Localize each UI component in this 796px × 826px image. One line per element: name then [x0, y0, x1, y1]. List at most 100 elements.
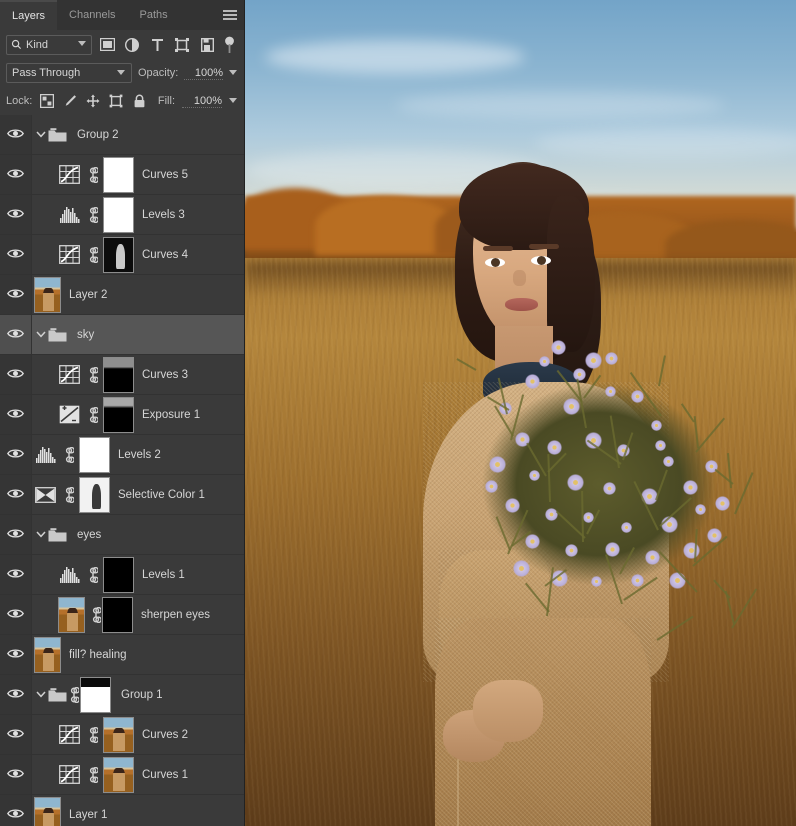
image-canvas[interactable]: [245, 0, 796, 826]
lock-image-pixels-icon[interactable]: [62, 93, 78, 109]
layer-visibility-toggle[interactable]: [0, 635, 32, 674]
layer-row[interactable]: eyes: [0, 515, 244, 555]
pixel-layer-filter-icon[interactable]: [97, 35, 117, 55]
adjustment-icon[interactable]: [58, 165, 80, 185]
layer-visibility-toggle[interactable]: [0, 355, 32, 394]
layer-mask-thumbnail[interactable]: [103, 756, 134, 793]
layer-visibility-toggle[interactable]: [0, 755, 32, 794]
adjustment-icon[interactable]: [34, 445, 56, 465]
tab-layers[interactable]: Layers: [0, 0, 58, 30]
layer-row[interactable]: Levels 2: [0, 435, 244, 475]
adjustment-icon[interactable]: [58, 725, 80, 745]
layer-row-body[interactable]: Curves 4: [32, 235, 244, 274]
layer-mask-thumbnail[interactable]: [79, 476, 110, 513]
link-mask-icon[interactable]: [86, 766, 99, 783]
layer-row-body[interactable]: sky: [32, 315, 244, 354]
adjustment-icon[interactable]: [34, 485, 56, 505]
opacity-chevron-down-icon[interactable]: [229, 69, 238, 78]
layer-row[interactable]: fill? healing: [0, 635, 244, 675]
layer-row[interactable]: Curves 5: [0, 155, 244, 195]
adjustment-icon[interactable]: [58, 245, 80, 265]
layer-visibility-toggle[interactable]: [0, 275, 32, 314]
layer-mask-thumbnail[interactable]: [103, 196, 134, 233]
layer-thumbnail[interactable]: [34, 796, 61, 826]
layer-row-body[interactable]: eyes: [32, 515, 244, 554]
layer-visibility-toggle[interactable]: [0, 795, 32, 826]
layer-visibility-toggle[interactable]: [0, 675, 32, 714]
adjustment-icon[interactable]: [58, 365, 80, 385]
layer-row[interactable]: Layer 2: [0, 275, 244, 315]
layer-row[interactable]: Levels 3: [0, 195, 244, 235]
layer-visibility-toggle[interactable]: [0, 115, 32, 154]
layer-mask-thumbnail[interactable]: [102, 596, 133, 633]
adjustment-layer-filter-icon[interactable]: [122, 35, 142, 55]
adjustment-icon[interactable]: [58, 205, 80, 225]
adjustment-icon[interactable]: [58, 405, 80, 425]
layer-row[interactable]: Group 1: [0, 675, 244, 715]
layer-mask-thumbnail[interactable]: [103, 716, 134, 753]
adjustment-icon[interactable]: [58, 765, 80, 785]
layer-visibility-toggle[interactable]: [0, 475, 32, 514]
layer-row-body[interactable]: sherpen eyes: [32, 595, 244, 634]
link-mask-icon[interactable]: [86, 366, 99, 383]
layer-row-body[interactable]: Group 1: [32, 675, 244, 714]
layer-row[interactable]: Curves 4: [0, 235, 244, 275]
layer-visibility-toggle[interactable]: [0, 435, 32, 474]
tab-paths[interactable]: Paths: [127, 0, 180, 30]
link-mask-icon[interactable]: [86, 206, 99, 223]
tab-channels[interactable]: Channels: [57, 0, 128, 30]
adjustment-icon[interactable]: [58, 565, 80, 585]
link-mask-icon[interactable]: [86, 726, 99, 743]
link-mask-icon[interactable]: [86, 246, 99, 263]
layer-visibility-toggle[interactable]: [0, 515, 32, 554]
layer-row[interactable]: Curves 2: [0, 715, 244, 755]
layer-row-body[interactable]: Levels 2: [32, 435, 244, 474]
layer-visibility-toggle[interactable]: [0, 715, 32, 754]
layer-row-body[interactable]: Curves 5: [32, 155, 244, 194]
layer-row-body[interactable]: Selective Color 1: [32, 475, 244, 514]
layer-visibility-toggle[interactable]: [0, 595, 32, 634]
layer-row-body[interactable]: fill? healing: [32, 635, 244, 674]
layer-row-body[interactable]: Curves 2: [32, 715, 244, 754]
layer-list[interactable]: Group 2 Curves 5 Levels 3 Curves 4 Layer 2 sk…: [0, 115, 244, 826]
filter-kind-select[interactable]: Kind: [6, 34, 92, 55]
group-expand-chevron-icon[interactable]: [34, 691, 48, 698]
layer-thumbnail[interactable]: [34, 276, 61, 313]
layer-row[interactable]: Curves 3: [0, 355, 244, 395]
layer-visibility-toggle[interactable]: [0, 315, 32, 354]
layer-mask-thumbnail[interactable]: [103, 556, 134, 593]
link-mask-icon[interactable]: [86, 566, 99, 583]
fill-input[interactable]: 100%: [182, 95, 222, 108]
link-mask-icon[interactable]: [62, 486, 75, 503]
link-mask-icon[interactable]: [67, 686, 80, 703]
lock-position-icon[interactable]: [85, 93, 101, 109]
layer-row[interactable]: Selective Color 1: [0, 475, 244, 515]
layer-mask-thumbnail[interactable]: [103, 156, 134, 193]
layer-row[interactable]: Layer 1: [0, 795, 244, 826]
link-mask-icon[interactable]: [89, 606, 102, 623]
link-mask-icon[interactable]: [62, 446, 75, 463]
layer-row[interactable]: sky: [0, 315, 244, 355]
layer-mask-thumbnail[interactable]: [103, 396, 134, 433]
fill-chevron-down-icon[interactable]: [229, 97, 238, 106]
layer-row-body[interactable]: Curves 1: [32, 755, 244, 794]
layer-visibility-toggle[interactable]: [0, 235, 32, 274]
layer-visibility-toggle[interactable]: [0, 195, 32, 234]
panel-menu-button[interactable]: [216, 0, 244, 30]
layer-row[interactable]: Levels 1: [0, 555, 244, 595]
filter-toggle-knob[interactable]: [224, 36, 235, 54]
layer-row-body[interactable]: Layer 2: [32, 275, 244, 314]
group-expand-chevron-icon[interactable]: [34, 531, 48, 538]
type-layer-filter-icon[interactable]: [147, 35, 167, 55]
link-mask-icon[interactable]: [86, 406, 99, 423]
layer-row[interactable]: sherpen eyes: [0, 595, 244, 635]
link-mask-icon[interactable]: [86, 166, 99, 183]
blend-mode-select[interactable]: Pass Through: [6, 63, 132, 83]
layer-mask-thumbnail[interactable]: [103, 236, 134, 273]
layer-mask-thumbnail[interactable]: [80, 676, 111, 713]
smart-object-filter-icon[interactable]: [197, 35, 217, 55]
layer-thumbnail[interactable]: [58, 596, 85, 633]
layer-row-body[interactable]: Exposure 1: [32, 395, 244, 434]
layer-visibility-toggle[interactable]: [0, 395, 32, 434]
layer-row-body[interactable]: Group 2: [32, 115, 244, 154]
